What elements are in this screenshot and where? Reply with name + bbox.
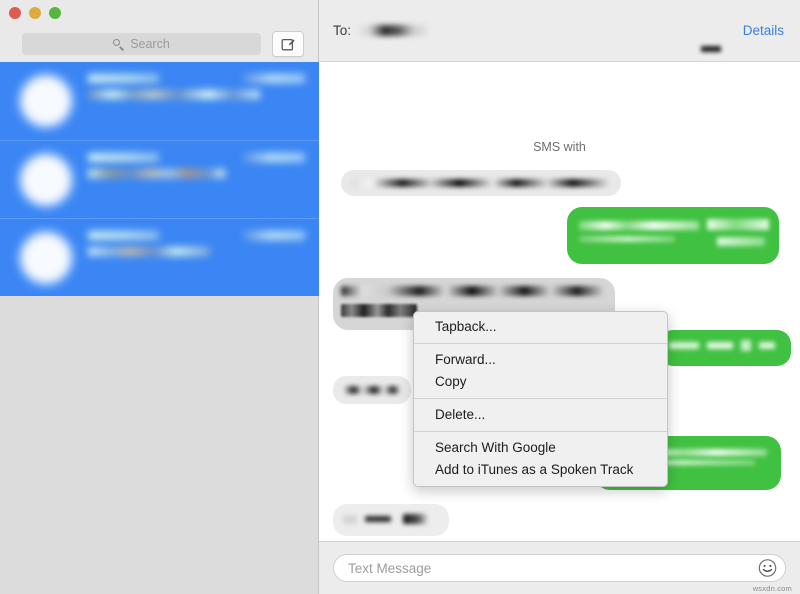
- window-titlebar: Search: [0, 0, 318, 62]
- list-item[interactable]: [0, 140, 319, 218]
- list-item[interactable]: [0, 218, 319, 296]
- message-bubble-outgoing[interactable]: [567, 207, 779, 264]
- message-text: [707, 342, 733, 349]
- text-message-placeholder: Text Message: [348, 560, 432, 576]
- compose-icon: [281, 38, 295, 50]
- conversation-timestamp: [243, 74, 305, 83]
- details-button[interactable]: Details: [743, 23, 784, 38]
- message-text: [365, 516, 391, 522]
- menu-item-forward[interactable]: Forward...: [414, 349, 667, 371]
- avatar: [20, 154, 72, 206]
- conversation-text: [88, 153, 309, 185]
- message-thread: SMS with Tapback... Forward... Copy Dele…: [319, 62, 800, 541]
- conversation-name: [88, 153, 159, 162]
- conversation-name: [88, 231, 159, 240]
- text-message-input[interactable]: Text Message: [333, 554, 786, 582]
- menu-item-delete[interactable]: Delete...: [414, 404, 667, 426]
- menu-item-search-with-google[interactable]: Search With Google: [414, 437, 667, 459]
- message-text: [717, 237, 765, 246]
- window-controls: [9, 7, 61, 19]
- message-text: [341, 304, 417, 317]
- close-window-button[interactable]: [9, 7, 21, 19]
- menu-separator: [414, 398, 667, 399]
- message-bubble-outgoing[interactable]: [659, 330, 791, 366]
- search-input[interactable]: Search: [22, 33, 261, 55]
- smiley-icon: [758, 559, 777, 577]
- avatar: [20, 75, 72, 127]
- recipient-field-underline: [701, 46, 721, 52]
- menu-item-tapback[interactable]: Tapback...: [414, 316, 667, 338]
- conversation-timestamp: [243, 153, 305, 162]
- menu-separator: [414, 431, 667, 432]
- thread-label: SMS with: [533, 140, 586, 154]
- message-text: [403, 514, 427, 524]
- search-row: Search: [0, 27, 318, 61]
- emoji-picker-button[interactable]: [758, 559, 777, 578]
- minimize-window-button[interactable]: [29, 7, 41, 19]
- menu-separator: [414, 343, 667, 344]
- menu-item-copy[interactable]: Copy: [414, 371, 667, 393]
- conversation-header: To: Details: [319, 0, 800, 62]
- list-item[interactable]: [0, 62, 319, 140]
- search-icon: [113, 38, 124, 50]
- message-text: [343, 386, 401, 394]
- message-text: [579, 236, 675, 242]
- message-bubble-incoming[interactable]: [341, 170, 621, 196]
- message-text: [741, 340, 751, 351]
- message-text: [341, 286, 603, 296]
- recipient-field[interactable]: [358, 25, 429, 36]
- conversation-preview: [88, 90, 261, 99]
- message-text: [759, 342, 775, 349]
- conversation-preview: [88, 247, 210, 256]
- conversation-text: [88, 74, 309, 106]
- maximize-window-button[interactable]: [49, 7, 61, 19]
- sidebar: Search: [0, 0, 319, 594]
- to-label: To:: [333, 23, 352, 38]
- search-placeholder: Search: [130, 36, 170, 51]
- message-text: [707, 219, 769, 230]
- context-menu[interactable]: Tapback... Forward... Copy Delete... Sea…: [413, 311, 668, 487]
- avatar: [20, 232, 72, 284]
- compose-bar: Text Message wsxdn.com: [319, 541, 800, 594]
- compose-new-message-button[interactable]: [272, 31, 304, 57]
- message-text: [669, 342, 699, 349]
- conversation-timestamp: [243, 231, 305, 240]
- menu-item-add-to-itunes-as-spoken-track[interactable]: Add to iTunes as a Spoken Track: [414, 459, 667, 481]
- conversation-preview: [88, 169, 226, 178]
- conversation-list[interactable]: [0, 62, 319, 296]
- watermark: wsxdn.com: [752, 584, 792, 593]
- message-text: [351, 179, 609, 187]
- message-bubble-incoming[interactable]: [333, 376, 411, 404]
- conversation-text: [88, 231, 309, 263]
- message-text: [343, 515, 357, 524]
- messages-app-window: Search To: Details SMS with Tapback... F…: [0, 0, 800, 594]
- message-text: [579, 221, 699, 230]
- conversation-name: [88, 74, 159, 83]
- message-bubble-incoming[interactable]: [333, 504, 449, 536]
- conversation-pane: To: Details SMS with Tapback... Forward.…: [319, 0, 800, 594]
